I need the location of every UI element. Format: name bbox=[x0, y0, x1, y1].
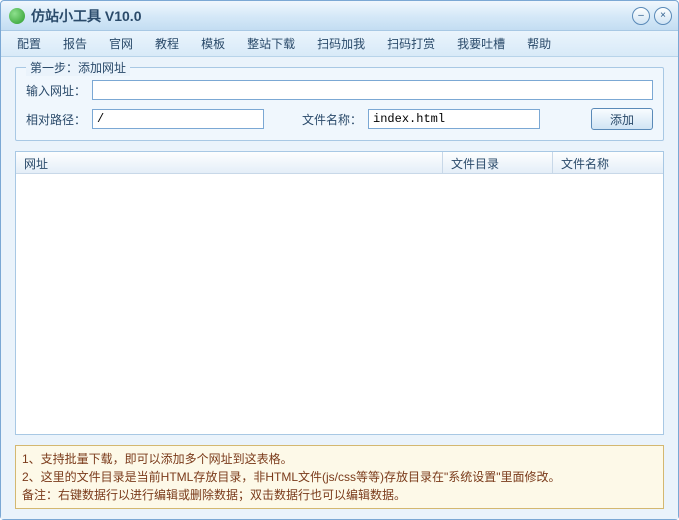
close-button[interactable]: × bbox=[654, 7, 672, 25]
titlebar: 仿站小工具 V10.0 – × bbox=[1, 1, 678, 31]
row-path-fname: 相对路径： 文件名称： 添加 bbox=[26, 108, 653, 130]
app-window: 仿站小工具 V10.0 – × 配置 报告 官网 教程 模板 整站下载 扫码加我… bbox=[0, 0, 679, 520]
content-area: 第一步：添加网址 输入网址： 相对路径： 文件名称： 添加 网址 文件目录 文件… bbox=[1, 57, 678, 519]
table-header: 网址 文件目录 文件名称 bbox=[16, 152, 663, 174]
row-url: 输入网址： bbox=[26, 80, 653, 100]
menu-fullsite[interactable]: 整站下载 bbox=[237, 32, 305, 55]
note-line-3: 备注：右键数据行以进行编辑或删除数据；双击数据行也可以编辑数据。 bbox=[22, 486, 657, 504]
url-table[interactable]: 网址 文件目录 文件名称 bbox=[15, 151, 664, 435]
menu-feedback[interactable]: 我要吐槽 bbox=[447, 32, 515, 55]
path-input[interactable] bbox=[92, 109, 264, 129]
section-legend: 第一步：添加网址 bbox=[26, 59, 130, 76]
add-button[interactable]: 添加 bbox=[591, 108, 653, 130]
menu-official[interactable]: 官网 bbox=[99, 32, 143, 55]
minimize-button[interactable]: – bbox=[632, 7, 650, 25]
menu-scan-donate[interactable]: 扫码打赏 bbox=[377, 32, 445, 55]
notes-panel: 1、支持批量下载，即可以添加多个网址到这表格。 2、这里的文件目录是当前HTML… bbox=[15, 445, 664, 509]
add-url-section: 第一步：添加网址 输入网址： 相对路径： 文件名称： 添加 bbox=[15, 67, 664, 141]
menubar: 配置 报告 官网 教程 模板 整站下载 扫码加我 扫码打赏 我要吐槽 帮助 bbox=[1, 31, 678, 57]
label-filename: 文件名称： bbox=[302, 111, 362, 128]
menu-scan-add[interactable]: 扫码加我 bbox=[307, 32, 375, 55]
menu-tutorial[interactable]: 教程 bbox=[145, 32, 189, 55]
window-title: 仿站小工具 V10.0 bbox=[31, 6, 141, 26]
col-url[interactable]: 网址 bbox=[16, 152, 443, 173]
col-filename[interactable]: 文件名称 bbox=[553, 152, 663, 173]
app-icon bbox=[9, 8, 25, 24]
menu-report[interactable]: 报告 bbox=[53, 32, 97, 55]
label-path: 相对路径： bbox=[26, 111, 86, 128]
menu-config[interactable]: 配置 bbox=[7, 32, 51, 55]
url-input[interactable] bbox=[92, 80, 653, 100]
col-dir[interactable]: 文件目录 bbox=[443, 152, 553, 173]
label-url: 输入网址： bbox=[26, 82, 86, 99]
menu-template[interactable]: 模板 bbox=[191, 32, 235, 55]
note-line-2: 2、这里的文件目录是当前HTML存放目录，非HTML文件(js/css等等)存放… bbox=[22, 468, 657, 486]
menu-help[interactable]: 帮助 bbox=[517, 32, 561, 55]
filename-input[interactable] bbox=[368, 109, 540, 129]
note-line-1: 1、支持批量下载，即可以添加多个网址到这表格。 bbox=[22, 450, 657, 468]
